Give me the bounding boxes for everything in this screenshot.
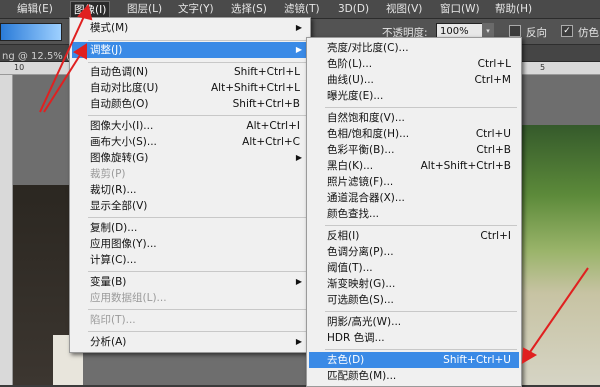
adjust-item-channel-mixer[interactable]: 通道混合器(X)... [309, 190, 519, 206]
menu-3d[interactable]: 3D(D) [335, 1, 372, 17]
photo-background [513, 125, 600, 385]
menu-separator [88, 62, 306, 63]
menu-separator [88, 115, 306, 116]
image-menu-item-crop: 裁剪(P) [90, 168, 126, 180]
image-menu-item-auto-tone[interactable]: 自动色调(N) Shift+Ctrl+L [72, 64, 308, 80]
menu-separator [325, 225, 517, 226]
menu-type[interactable]: 文字(Y) [175, 1, 217, 17]
menu-separator [325, 107, 517, 108]
adjust-item-shadows-highlights[interactable]: 阴影/高光(W)... [309, 314, 519, 330]
menu-edit[interactable]: 编辑(E) [14, 1, 56, 17]
dither-checkbox[interactable]: ✓ [561, 25, 573, 37]
image-menu-item-apply-data-set: 应用数据组(L)... [90, 292, 167, 304]
adjust-item-desaturate[interactable]: 去色(D) Shift+Ctrl+U [309, 352, 519, 368]
menu-separator [88, 217, 306, 218]
adjust-item-hdr-toning[interactable]: HDR 色调... [309, 330, 519, 346]
image-menu-item-adjust[interactable]: 调整(J) ▶ [72, 42, 308, 58]
adjust-item-hue-saturation[interactable]: 色相/饱和度(H)... Ctrl+U [309, 126, 519, 142]
gradient-swatch[interactable] [0, 23, 62, 41]
adjust-item-gradient-map[interactable]: 渐变映射(G)... [309, 276, 519, 292]
image-menu-item-variables[interactable]: 变量(B) ▶ [72, 274, 308, 290]
menu-view[interactable]: 视图(V) [383, 1, 425, 17]
adjust-item-photo-filter[interactable]: 照片滤镜(F)... [309, 174, 519, 190]
adjust-item-color-lookup[interactable]: 颜色查找... [309, 206, 519, 222]
adjust-item-exposure[interactable]: 曝光度(E)... [309, 88, 519, 104]
reverse-checkbox[interactable] [509, 25, 521, 37]
menu-separator [325, 311, 517, 312]
adjust-item-posterize[interactable]: 色调分离(P)... [309, 244, 519, 260]
menu-separator [88, 40, 306, 41]
image-menu-item-rotation[interactable]: 图像旋转(G) ▶ [72, 150, 308, 166]
image-menu-item-trim[interactable]: 裁切(R)... [72, 182, 308, 198]
adjust-item-curves[interactable]: 曲线(U)... Ctrl+M [309, 72, 519, 88]
image-menu-item-auto-contrast[interactable]: 自动对比度(U) Alt+Shift+Ctrl+L [72, 80, 308, 96]
image-menu-item-trap: 陷印(T)... [90, 314, 136, 326]
image-menu-item-mode[interactable]: 模式(M) ▶ [72, 20, 308, 36]
adjustments-submenu: 亮度/对比度(C)... 色阶(L)... Ctrl+L 曲线(U)... Ctrl… [306, 37, 522, 387]
adjust-item-vibrance[interactable]: 自然饱和度(V)... [309, 110, 519, 126]
image-menu-item-analysis[interactable]: 分析(A) ▶ [72, 334, 308, 350]
menu-separator [88, 271, 306, 272]
adjust-item-threshold[interactable]: 阈值(T)... [309, 260, 519, 276]
adjust-item-color-balance[interactable]: 色彩平衡(B)... Ctrl+B [309, 142, 519, 158]
image-menu-item-duplicate[interactable]: 复制(D)... [72, 220, 308, 236]
dither-label: 仿色 [578, 27, 599, 39]
reverse-label: 反向 [526, 27, 547, 39]
image-menu-item-canvas-size[interactable]: 画布大小(S)... Alt+Ctrl+C [72, 134, 308, 150]
adjust-item-selective-color[interactable]: 可选颜色(S)... [309, 292, 519, 308]
image-menu-item-reveal-all[interactable]: 显示全部(V) [72, 198, 308, 214]
adjust-item-levels[interactable]: 色阶(L)... Ctrl+L [309, 56, 519, 72]
menu-separator [325, 349, 517, 350]
menu-select[interactable]: 选择(S) [228, 1, 270, 17]
ruler-tick: 5 [540, 63, 546, 72]
menu-help[interactable]: 帮助(H) [492, 1, 535, 17]
image-menu-item-apply-image[interactable]: 应用图像(Y)... [72, 236, 308, 252]
menu-separator [88, 309, 306, 310]
adjust-item-black-white[interactable]: 黑白(K)... Alt+Shift+Ctrl+B [309, 158, 519, 174]
adjust-item-match-color[interactable]: 匹配颜色(M)... [309, 368, 519, 384]
menu-filter[interactable]: 滤镜(T) [281, 1, 323, 17]
vertical-ruler [0, 75, 13, 385]
adjust-item-brightness-contrast[interactable]: 亮度/对比度(C)... [309, 40, 519, 56]
image-menu-item-calculations[interactable]: 计算(C)... [72, 252, 308, 268]
image-menu-item-image-size[interactable]: 图像大小(I)... Alt+Ctrl+I [72, 118, 308, 134]
image-menu-item-auto-color[interactable]: 自动颜色(O) Shift+Ctrl+B [72, 96, 308, 112]
image-menu: 模式(M) ▶ 调整(J) ▶ 自动色调(N) Shift+Ctrl+L 自动对比度(… [69, 17, 311, 353]
adjust-item-invert[interactable]: 反相(I) Ctrl+I [309, 228, 519, 244]
menu-window[interactable]: 窗口(W) [437, 1, 483, 17]
menu-layer[interactable]: 图层(L) [124, 1, 165, 17]
menu-separator [88, 331, 306, 332]
ruler-tick: 10 [14, 63, 25, 72]
